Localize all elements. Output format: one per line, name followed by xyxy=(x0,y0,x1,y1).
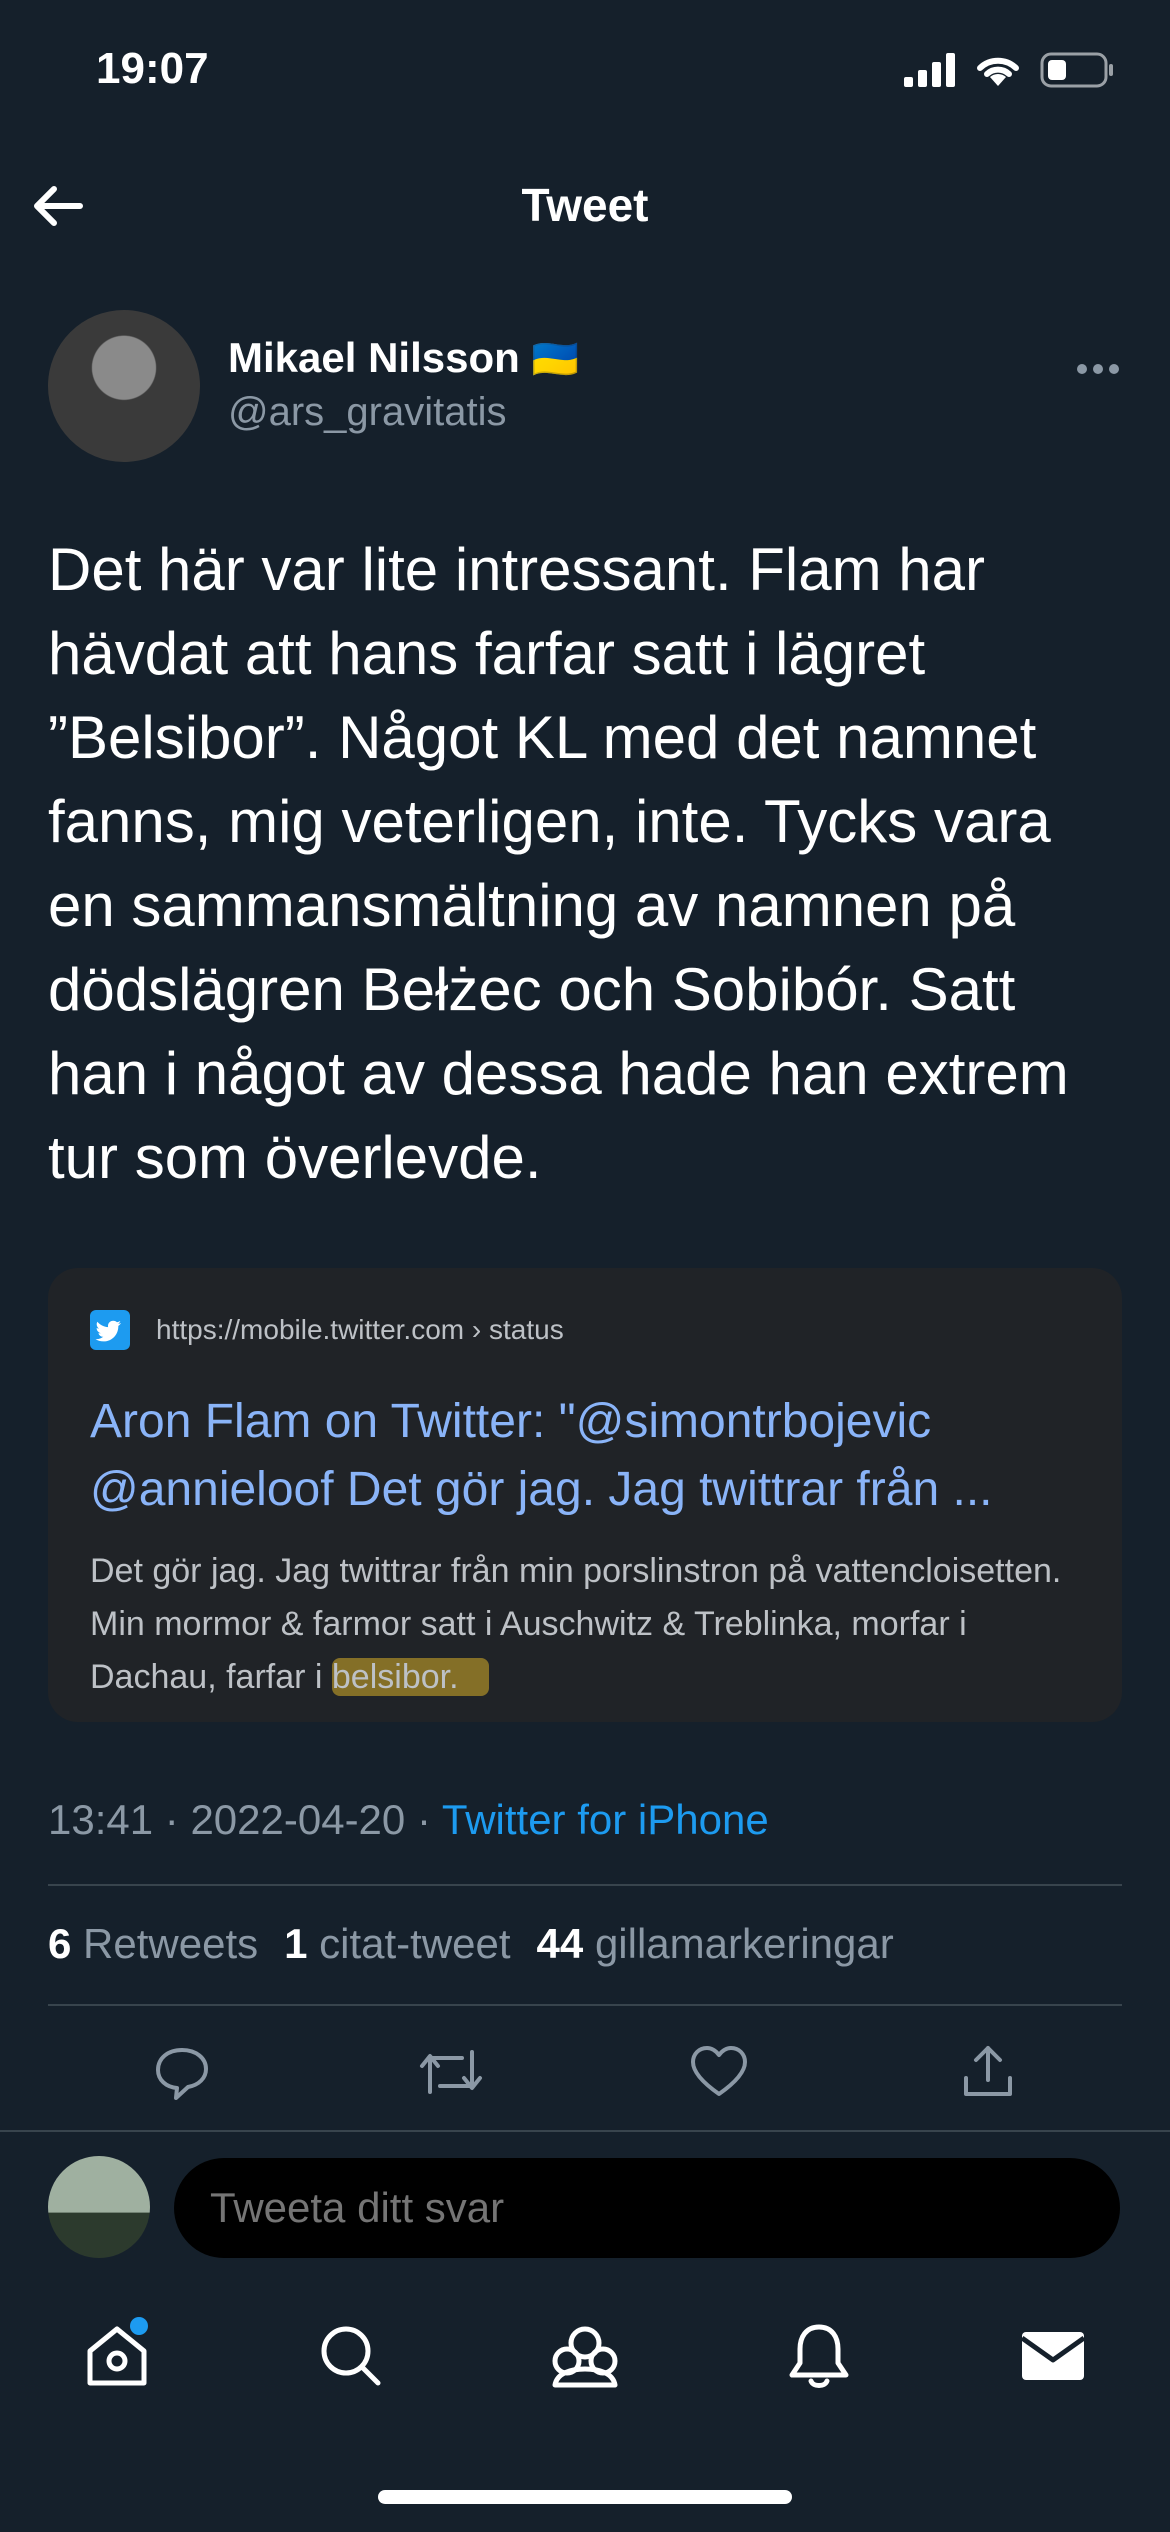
retweet-button[interactable] xyxy=(411,2032,491,2112)
retweets-label: Retweets xyxy=(83,1920,259,1967)
card-description: Det gör jag. Jag twittrar från min porsl… xyxy=(90,1545,1090,1704)
retweets-stat[interactable]: 6 Retweets xyxy=(48,1920,258,1968)
ukraine-flag: 🇺🇦 xyxy=(531,339,579,381)
tab-bar xyxy=(0,2300,1170,2412)
tweet-text: Det här var lite intressant. Flam har hä… xyxy=(48,536,1069,1191)
likes-label: gillamarkeringar xyxy=(594,1920,894,1967)
more-button[interactable] xyxy=(1076,340,1120,385)
reply-separator xyxy=(0,2130,1170,2132)
status-icons xyxy=(904,52,1114,88)
quotes-label: citat-tweet xyxy=(319,1920,511,1967)
reply-icon xyxy=(156,2048,209,2100)
card-url: https://mobile.twitter.com › status xyxy=(156,1314,564,1345)
home-notification-dot xyxy=(130,2317,148,2335)
communities-icon xyxy=(552,2326,618,2388)
share-button[interactable] xyxy=(948,2032,1028,2112)
author-name-text: Mikael Nilsson xyxy=(228,334,520,381)
divider xyxy=(48,1884,1122,1886)
tweet-meta: 13:41 · 2022-04-20 · Twitter for iPhone xyxy=(48,1796,769,1843)
author-handle[interactable]: @ars_gravitatis xyxy=(228,390,506,435)
reply-button[interactable] xyxy=(142,2032,222,2112)
tab-search[interactable] xyxy=(306,2311,396,2401)
card-highlight: belsibor. xyxy=(331,1658,489,1696)
card-url-row: https://mobile.twitter.com › status xyxy=(90,1310,564,1350)
twitter-bird-icon xyxy=(90,1310,130,1350)
notifications-icon xyxy=(789,2324,849,2388)
retweet-icon xyxy=(419,2050,482,2094)
tab-communities[interactable] xyxy=(540,2311,630,2401)
reply-input[interactable] xyxy=(174,2158,1120,2258)
likes-stat[interactable]: 44 gillamarkeringar xyxy=(537,1920,894,1968)
tab-messages[interactable] xyxy=(1008,2311,1098,2401)
card-description-text: Det gör jag. Jag twittrar från min porsl… xyxy=(90,1552,1062,1696)
like-icon xyxy=(691,2046,748,2096)
battery-icon xyxy=(1040,52,1113,88)
likes-count: 44 xyxy=(536,1920,584,1967)
messages-icon xyxy=(1020,2332,1086,2380)
search-icon xyxy=(321,2326,381,2386)
author-avatar[interactable] xyxy=(48,310,200,462)
tweet-time: 13:41 xyxy=(48,1796,154,1843)
more-icon xyxy=(1077,364,1119,374)
wifi-icon xyxy=(977,57,1019,86)
tweet-source[interactable]: Twitter for iPhone xyxy=(442,1796,769,1843)
retweets-count: 6 xyxy=(48,1920,72,1967)
card-title[interactable]: Aron Flam on Twitter: "@simontrbojevic @… xyxy=(90,1388,1090,1524)
like-button[interactable] xyxy=(679,2032,759,2112)
quotes-count: 1 xyxy=(284,1920,308,1967)
home-indicator xyxy=(378,2490,792,2504)
author-name[interactable]: Mikael Nilsson 🇺🇦 xyxy=(228,334,579,382)
status-time: 19:07 xyxy=(96,44,209,93)
page-title: Tweet xyxy=(521,179,649,231)
signal-icon xyxy=(904,53,955,87)
quotes-stat[interactable]: 1 citat-tweet xyxy=(284,1920,510,1968)
tab-notifications[interactable] xyxy=(774,2311,864,2401)
tweet-date: 2022-04-20 xyxy=(190,1796,406,1843)
share-icon xyxy=(963,2046,1012,2096)
tab-home[interactable] xyxy=(72,2311,162,2401)
tweet-stats: 6 Retweets 1 citat-tweet 44 gillamarkeri… xyxy=(48,1920,894,1968)
tweet-actions xyxy=(48,2032,1122,2112)
user-avatar[interactable] xyxy=(48,2156,150,2258)
divider xyxy=(48,2004,1122,2006)
